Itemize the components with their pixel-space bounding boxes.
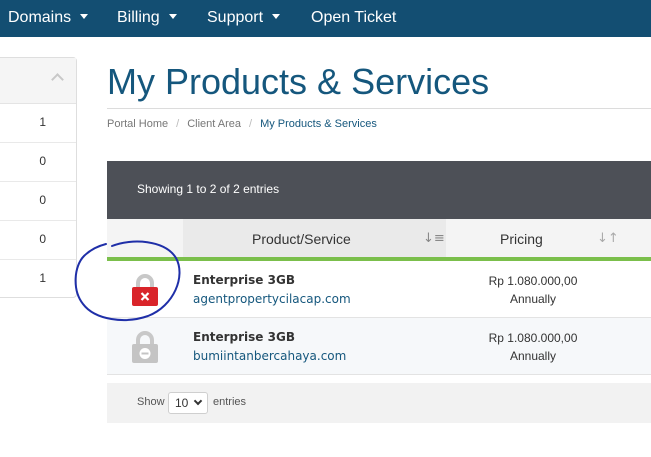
lock-cancelled-icon [132, 331, 158, 363]
product-domain-link[interactable]: agentpropertycilacap.com [193, 292, 351, 306]
sidebar-item[interactable]: 0 [0, 143, 76, 182]
page-length-select[interactable]: 10 [168, 392, 208, 414]
table-column-header-row: Product/Service ↓≡ Pricing ↓↑ [107, 219, 651, 261]
table-info-bar: Showing 1 to 2 of 2 entries [107, 161, 651, 219]
column-header-pricing[interactable]: Pricing [500, 231, 543, 247]
sidebar-item-count: 0 [39, 193, 46, 207]
table-footer: Show 10 entries [107, 383, 651, 423]
nav-billing[interactable]: Billing [117, 0, 177, 37]
sidebar-item[interactable]: 0 [0, 221, 76, 260]
billing-cycle: Annually [509, 292, 557, 306]
breadcrumb-separator: / [249, 118, 253, 130]
caret-down-icon [80, 14, 89, 20]
product-price: Rp 1.080.000,00 [488, 274, 578, 288]
caret-down-icon [272, 14, 281, 20]
breadcrumb-portal-home[interactable]: Portal Home [107, 118, 168, 130]
table-info-text: Showing 1 to 2 of 2 entries [137, 182, 280, 196]
sidebar-item-count: 1 [39, 271, 46, 285]
nav-open-ticket[interactable]: Open Ticket [311, 0, 396, 37]
entries-label: entries [213, 396, 247, 408]
sidebar-item[interactable]: 1 [0, 104, 76, 143]
product-name: Enterprise 3GB [193, 273, 295, 287]
chevron-up-icon[interactable] [51, 73, 64, 86]
product-domain-link[interactable]: bumiintanbercahaya.com [193, 349, 346, 363]
breadcrumb: Portal Home / Client Area / My Products & Se… [107, 118, 377, 130]
nav-domains[interactable]: Domains [8, 0, 89, 37]
divider [107, 108, 651, 109]
page-title: My Products & Services [107, 61, 490, 102]
sidebar-status-filter: 1 0 0 0 1 [0, 57, 77, 298]
annotation-circle [74, 240, 181, 321]
breadcrumb-current: My Products & Services [260, 118, 377, 130]
table-row[interactable]: Enterprise 3GB agentpropertycilacap.com … [107, 261, 651, 318]
sort-descending-icon[interactable]: ↓≡ [423, 231, 445, 246]
billing-cycle: Annually [509, 349, 557, 363]
product-name: Enterprise 3GB [193, 330, 295, 344]
sidebar-header[interactable] [0, 58, 76, 104]
sidebar-item-count: 0 [39, 154, 46, 168]
breadcrumb-separator: / [176, 118, 180, 130]
show-label: Show [137, 396, 165, 408]
table-row[interactable]: Enterprise 3GB bumiintanbercahaya.com Rp… [107, 318, 651, 375]
nav-support[interactable]: Support [207, 0, 281, 37]
sidebar-item-count: 0 [39, 232, 46, 246]
top-navbar: Domains Billing Support Open Ticket [0, 0, 651, 37]
breadcrumb-client-area[interactable]: Client Area [187, 118, 241, 130]
sidebar-item-count: 1 [39, 115, 46, 129]
product-price: Rp 1.080.000,00 [488, 331, 578, 345]
page-length-value: 10 [175, 396, 189, 410]
sidebar-item[interactable]: 0 [0, 182, 76, 221]
chevron-down-icon [193, 396, 203, 406]
sidebar-item[interactable]: 1 [0, 260, 76, 299]
column-header-product-service[interactable]: Product/Service [252, 231, 351, 247]
sort-both-icon[interactable]: ↓↑ [597, 231, 619, 246]
caret-down-icon [168, 14, 177, 20]
